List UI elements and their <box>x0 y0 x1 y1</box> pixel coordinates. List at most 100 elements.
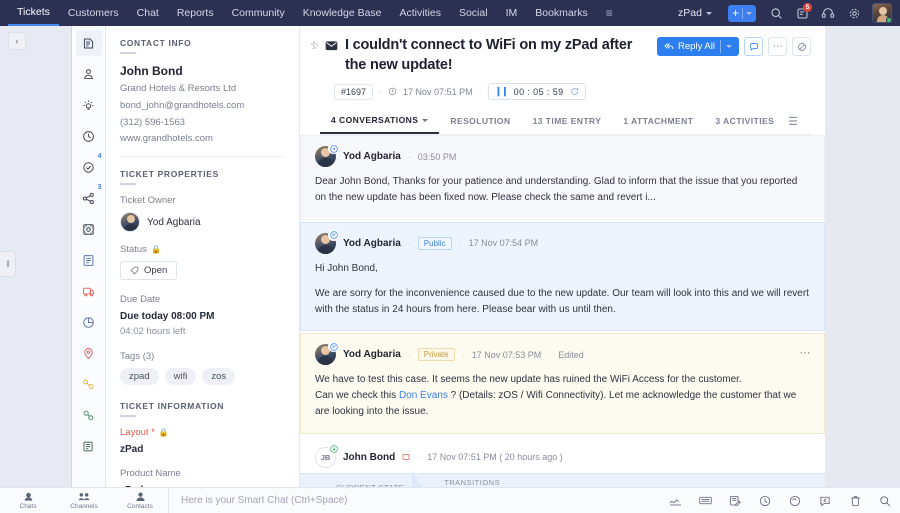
reply-all-button[interactable]: Reply All <box>657 37 739 56</box>
message-author[interactable]: Yod Agbaria <box>343 238 401 249</box>
more-options-button[interactable]: ⋯ <box>768 37 787 56</box>
keyboard-icon[interactable] <box>690 488 720 513</box>
nav-item-activities[interactable]: Activities <box>391 0 450 26</box>
tab-attachment[interactable]: 1 ATTACHMENT <box>612 110 704 133</box>
add-comment-button[interactable] <box>744 37 763 56</box>
message-author[interactable]: John Bond <box>343 452 395 463</box>
nav-item-im[interactable]: IM <box>497 0 527 26</box>
separator: · <box>478 86 482 97</box>
tag-wifi[interactable]: wifi <box>164 368 197 386</box>
visibility-chip: Private <box>417 348 455 362</box>
share-icon[interactable]: 3 <box>76 184 102 211</box>
time-tracker[interactable]: ❙❙ 00 : 05 : 59 <box>487 83 586 101</box>
trash-icon[interactable] <box>840 488 870 513</box>
template-icon[interactable] <box>720 488 750 513</box>
conversation-message[interactable]: Yod Agbaria · Private · 17 Nov 07:53 PM · Edit… <box>300 333 825 434</box>
expand-icon[interactable]: ⥧ <box>307 39 320 52</box>
nav-item-customers[interactable]: Customers <box>59 0 128 26</box>
clock-icon[interactable] <box>750 488 780 513</box>
separator: · <box>461 349 465 360</box>
layout-label-text: Layout * <box>120 427 155 439</box>
pane-resize-handle[interactable]: ‖ <box>0 251 16 277</box>
tab-label: 1 ATTACHMENT <box>623 116 694 127</box>
rail-badge: 3 <box>97 184 102 191</box>
message-author[interactable]: Yod Agbaria <box>343 151 401 162</box>
chevron-down-icon[interactable] <box>422 118 429 122</box>
tab-label: 13 TIME ENTRY <box>532 116 602 127</box>
notifications-icon[interactable]: 5 <box>790 1 814 25</box>
contact-email[interactable]: bond_john@grandhotels.com <box>120 100 285 113</box>
collapse-pane-button[interactable]: ‹ <box>8 32 26 50</box>
bottombar-item-chats[interactable]: Chats <box>0 491 56 510</box>
tab-label: RESOLUTION <box>450 116 511 127</box>
archive-icon[interactable] <box>76 433 102 459</box>
ticket-header-actions: Reply All ⋯ <box>657 37 811 56</box>
tab-activities[interactable]: 3 ACTIVITIES <box>704 110 785 133</box>
nav-item-social[interactable]: Social <box>450 0 497 26</box>
status-badge[interactable]: Open <box>120 261 178 281</box>
close-ticket-button[interactable] <box>792 37 811 56</box>
signature-icon[interactable] <box>660 488 690 513</box>
ticket-properties-heading: TICKET PROPERTIES <box>120 169 219 180</box>
conversation-message[interactable]: Yod Agbaria · 03:50 PM Dear John Bond, Than… <box>300 135 825 220</box>
tab-resolution[interactable]: RESOLUTION <box>439 110 521 133</box>
tab-time-entry[interactable]: 13 TIME ENTRY <box>522 110 613 133</box>
add-button[interactable]: + <box>727 4 756 22</box>
location-icon[interactable] <box>76 340 102 366</box>
tasks-icon[interactable]: 4 <box>76 153 102 180</box>
message-more-options[interactable]: ⋯ <box>800 346 811 359</box>
lock-icon: 🔒 <box>158 428 169 438</box>
ticket-owner-value[interactable]: Yod Agbaria <box>120 212 285 233</box>
edited-label: Edited <box>558 349 584 360</box>
nav-item-reports[interactable]: Reports <box>168 0 223 26</box>
nav-item-tickets[interactable]: Tickets <box>8 0 59 26</box>
search-icon[interactable] <box>870 488 900 513</box>
contact-website[interactable]: www.grandhotels.com <box>120 133 285 146</box>
contact-company: Grand Hotels & Resorts Ltd <box>120 83 237 94</box>
integration-icon[interactable] <box>76 402 102 428</box>
nav-item-chat[interactable]: Chat <box>128 0 168 26</box>
nav-more-icon[interactable]: ≡ <box>597 6 621 20</box>
email-channel-icon <box>325 39 338 52</box>
zoho-desk-icon[interactable] <box>76 278 102 304</box>
headset-icon[interactable] <box>816 1 840 25</box>
nav-item-community[interactable]: Community <box>223 0 294 26</box>
mention-link[interactable]: Don Evans <box>399 390 448 401</box>
pause-icon[interactable]: ❙❙ <box>495 86 509 97</box>
analytics-icon[interactable] <box>76 309 102 335</box>
top-navigation-bar: Tickets Customers Chat Reports Community Know… <box>0 0 900 26</box>
visibility-chip: Public <box>417 236 452 250</box>
reply-icon[interactable] <box>810 488 840 513</box>
module-selector[interactable]: zPad <box>670 7 720 19</box>
chevron-down-icon[interactable] <box>726 45 732 48</box>
tags-list: zpad wifi zos <box>120 368 285 386</box>
nav-item-knowledge-base[interactable]: Knowledge Base <box>294 0 391 26</box>
tag-zpad[interactable]: zpad <box>120 368 159 386</box>
rail-badge: 4 <box>97 153 102 160</box>
divider <box>120 156 285 158</box>
idea-icon[interactable] <box>76 92 102 118</box>
nav-items: Tickets Customers Chat Reports Community Know… <box>8 0 597 26</box>
blueprint-icon[interactable] <box>76 371 102 397</box>
apps-icon[interactable] <box>76 216 102 242</box>
settings-icon[interactable] <box>842 1 866 25</box>
page-title: I couldn't connect to WiFi on my zPad af… <box>345 37 633 73</box>
nav-item-bookmarks[interactable]: Bookmarks <box>526 0 597 26</box>
ticket-properties-icon[interactable] <box>75 30 102 56</box>
user-avatar[interactable] <box>872 3 892 23</box>
tag-zos[interactable]: zos <box>202 368 236 386</box>
notes-icon[interactable] <box>76 247 102 273</box>
search-icon[interactable] <box>764 1 788 25</box>
tab-filter-icon[interactable]: ☰ <box>788 115 798 128</box>
contact-phone[interactable]: (312) 596-1563 <box>120 117 285 130</box>
history-icon[interactable] <box>76 123 102 149</box>
chat-bubble-icon[interactable] <box>780 488 810 513</box>
tab-conversations[interactable]: 4 CONVERSATIONS <box>320 109 440 135</box>
smart-chat-input[interactable]: Here is your Smart Chat (Ctrl+Space) <box>168 487 660 513</box>
message-author[interactable]: Yod Agbaria <box>343 349 401 360</box>
contact-icon[interactable] <box>76 61 102 87</box>
bottombar-item-channels[interactable]: Channels <box>56 491 112 510</box>
ticket-tabs: 4 CONVERSATIONS RESOLUTION 13 TIME ENTRY 1 … <box>320 109 811 136</box>
conversation-message[interactable]: Yod Agbaria · Public · 17 Nov 07:54 PM Hi Joh… <box>300 221 825 332</box>
bottombar-item-contacts[interactable]: Contacts <box>112 491 168 510</box>
